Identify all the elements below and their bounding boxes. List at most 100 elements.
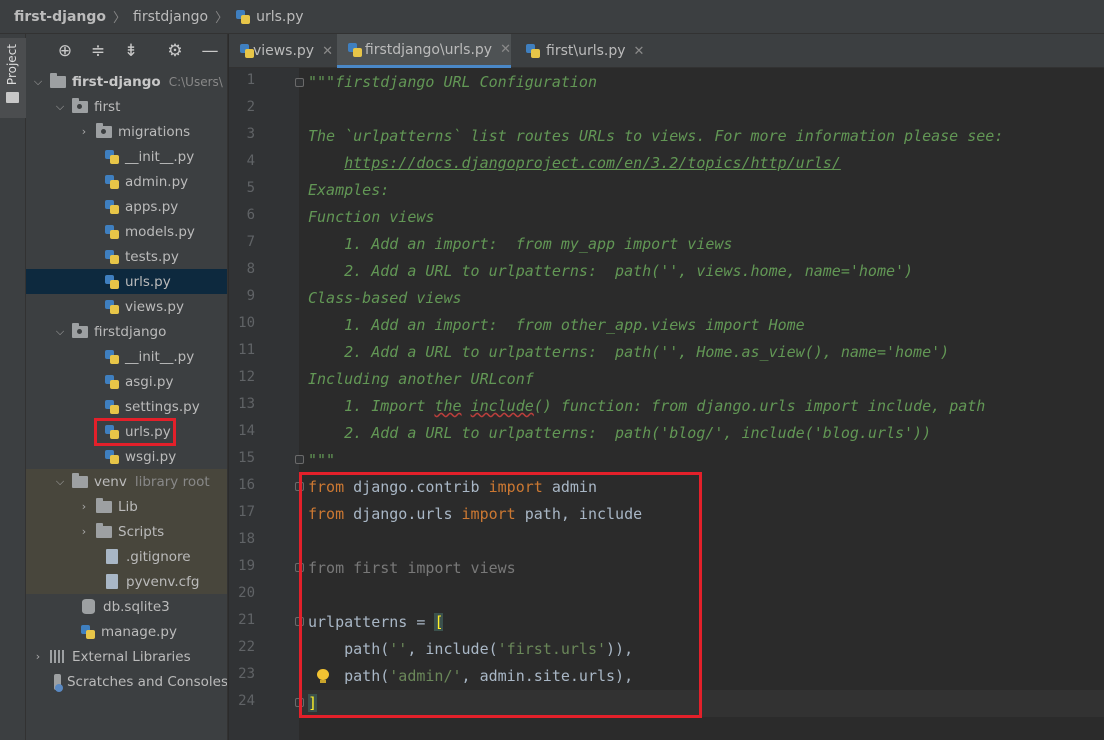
- breadcrumb-project[interactable]: first-django: [14, 9, 106, 25]
- close-icon[interactable]: ✕: [322, 44, 333, 59]
- tree-item-migrations[interactable]: › migrations: [26, 119, 227, 144]
- folder-icon: [96, 497, 112, 513]
- tree-item-lib[interactable]: › Lib: [26, 494, 227, 519]
- chevron-right-icon[interactable]: ›: [32, 650, 44, 663]
- chevron-down-icon[interactable]: ⌵: [32, 75, 44, 89]
- tree-item-file[interactable]: asgi.py: [26, 369, 227, 394]
- tab-firstdjango-urls[interactable]: firstdjango\urls.py ✕: [337, 34, 511, 68]
- tree-item-external-libraries[interactable]: › External Libraries: [26, 644, 227, 669]
- tree-item-file[interactable]: wsgi.py: [26, 444, 227, 469]
- text-file-icon: [106, 549, 118, 564]
- folder-icon: [50, 72, 66, 88]
- line-number: 12: [238, 369, 255, 385]
- tree-item-file[interactable]: tests.py: [26, 244, 227, 269]
- breadcrumb-separator: 〉: [215, 11, 229, 26]
- tree-item-label: __init__.py: [125, 348, 195, 365]
- line-number: 9: [246, 288, 255, 304]
- tree-root-label: first-django: [72, 73, 161, 90]
- tree-item-file[interactable]: admin.py: [26, 169, 227, 194]
- folder-icon: [96, 522, 112, 538]
- tree-item-scratches[interactable]: Scratches and Consoles: [26, 669, 228, 694]
- docstring: The `urlpatterns` list routes URLs to vi…: [308, 127, 1004, 145]
- locate-icon[interactable]: ⊕: [55, 41, 75, 61]
- docstring: Examples:: [308, 181, 390, 199]
- tree-item-file[interactable]: settings.py: [26, 394, 227, 419]
- code-line-11: 2. Add a URL to urlpatterns: path('', Ho…: [308, 339, 949, 366]
- gear-icon[interactable]: ⚙: [165, 41, 185, 61]
- tree-item-venv[interactable]: ⌵ venv library root: [26, 469, 227, 494]
- docstring: () function: from django.urls import inc…: [533, 397, 986, 415]
- tree-item-label: wsgi.py: [125, 448, 177, 465]
- chevron-right-icon[interactable]: ›: [78, 125, 90, 138]
- tab-views-py[interactable]: views.py ✕: [229, 34, 333, 68]
- breadcrumb: first-django 〉 firstdjango 〉 urls.py: [0, 0, 1104, 34]
- code-line-10: 1. Add an import: from other_app.views i…: [308, 312, 805, 339]
- chevron-down-icon[interactable]: ⌵: [54, 100, 66, 114]
- tree-item-file[interactable]: db.sqlite3: [26, 594, 227, 619]
- code-line-5: Examples:: [308, 177, 389, 204]
- tree-item-file[interactable]: apps.py: [26, 194, 227, 219]
- tree-item-file[interactable]: .gitignore: [26, 544, 227, 569]
- code-line-12: Including another URLconf: [308, 366, 534, 393]
- project-panel-toolbar: ⊕ ≑ ⇟ ⚙ —: [26, 34, 227, 68]
- line-number: 3: [246, 126, 255, 142]
- chevron-down-icon[interactable]: ⌵: [54, 475, 66, 489]
- tree-root[interactable]: ⌵ first-django C:\Users\: [26, 69, 227, 94]
- spelling-warning: the: [434, 397, 462, 415]
- tree-item-file[interactable]: __init__.py: [26, 344, 227, 369]
- line-number: 15: [238, 450, 255, 466]
- tree-item-file-selected[interactable]: urls.py: [26, 269, 227, 294]
- scratches-icon: [54, 673, 63, 692]
- close-icon[interactable]: ✕: [500, 42, 511, 57]
- breadcrumb-separator: 〉: [113, 11, 127, 26]
- tree-item-file[interactable]: manage.py: [26, 619, 227, 644]
- tree-item-label: __init__.py: [125, 148, 195, 165]
- minimize-icon[interactable]: —: [200, 41, 220, 61]
- package-icon: [96, 122, 112, 138]
- tree-item-scripts[interactable]: › Scripts: [26, 519, 227, 544]
- chevron-right-icon[interactable]: ›: [78, 525, 90, 538]
- tree-item-file[interactable]: models.py: [26, 219, 227, 244]
- fold-marker-icon[interactable]: [295, 78, 304, 87]
- breadcrumb-folder[interactable]: firstdjango: [133, 9, 208, 25]
- line-number: 4: [246, 153, 255, 169]
- expand-all-icon[interactable]: ≑: [88, 41, 108, 61]
- docstring: 1. Add an import: from my_app import vie…: [308, 235, 733, 253]
- tab-label: firstdjango\urls.py: [364, 41, 493, 58]
- python-file-icon: [104, 224, 120, 240]
- code-line-13: 1. Import the include() function: from d…: [308, 393, 985, 420]
- spelling-warning: include: [470, 397, 534, 415]
- tree-item-label: firstdjango: [94, 323, 167, 340]
- docstring: 2. Add a URL to urlpatterns: path('blog/…: [308, 424, 932, 442]
- docstring: Including another URLconf: [308, 370, 534, 388]
- breadcrumb-file[interactable]: urls.py: [256, 9, 303, 25]
- code-line-4: https://docs.djangoproject.com/en/3.2/to…: [308, 150, 841, 177]
- tree-item-label: migrations: [118, 123, 191, 140]
- line-number: 19: [238, 558, 255, 574]
- tab-first-urls[interactable]: first\urls.py ✕: [515, 34, 655, 68]
- docstring: """: [308, 451, 336, 469]
- tree-item-label: admin.py: [125, 173, 189, 190]
- tree-item-file[interactable]: __init__.py: [26, 144, 227, 169]
- tree-item-firstdjango[interactable]: ⌵ firstdjango: [26, 319, 227, 344]
- python-file-icon: [235, 9, 251, 25]
- project-tool-tab-label[interactable]: Project: [5, 44, 19, 85]
- tree-item-first[interactable]: ⌵ first: [26, 94, 227, 119]
- code-line-3: The `urlpatterns` list routes URLs to vi…: [308, 123, 1003, 150]
- docstring: [308, 154, 344, 172]
- chevron-down-icon[interactable]: ⌵: [54, 325, 66, 339]
- chevron-right-icon[interactable]: ›: [78, 500, 90, 513]
- tree-item-label: Scratches and Consoles: [66, 673, 228, 690]
- line-number: 11: [238, 342, 255, 358]
- collapse-all-icon[interactable]: ⇟: [121, 41, 141, 61]
- fold-marker-icon[interactable]: [295, 455, 304, 464]
- docs-link[interactable]: https://docs.djangoproject.com/en/3.2/to…: [344, 154, 841, 172]
- docstring: """firstdjango URL Configuration: [308, 73, 597, 91]
- close-icon[interactable]: ✕: [634, 44, 645, 59]
- tree-item-file[interactable]: views.py: [26, 294, 227, 319]
- python-file-icon: [104, 349, 120, 365]
- tree-item-label: .gitignore: [126, 548, 191, 565]
- code-line-9: Class-based views: [308, 285, 462, 312]
- tree-item-file[interactable]: pyvenv.cfg: [26, 569, 227, 594]
- python-file-icon: [104, 174, 120, 190]
